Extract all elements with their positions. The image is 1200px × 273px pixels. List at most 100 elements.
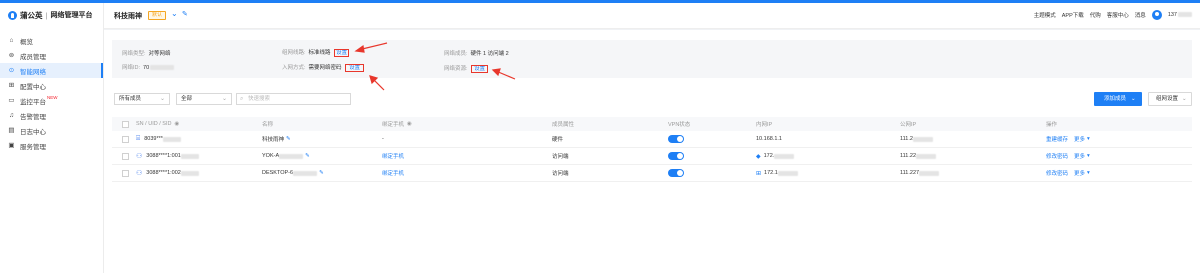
chevron-down-icon[interactable]: ▾ xyxy=(1087,153,1090,159)
col-phone-label: 绑定手机 xyxy=(382,122,405,128)
annotation-arrows xyxy=(354,42,516,91)
bind-phone-link[interactable]: 绑定手机 xyxy=(382,169,404,177)
sidebar-item-1[interactable]: ⊚ 成员管理 xyxy=(0,48,103,63)
chevron-down-icon[interactable]: ▾ xyxy=(1087,170,1090,176)
member-filter-select[interactable]: 所有成员 ⌄ xyxy=(114,93,170,105)
network-settings-button[interactable]: 组网设置 ⌄ xyxy=(1148,92,1192,106)
avatar[interactable] xyxy=(1151,10,1162,20)
app-download-link[interactable]: APP下载 xyxy=(1062,11,1084,19)
vpn-toggle[interactable] xyxy=(668,169,684,177)
redacted-lan-ip xyxy=(774,153,795,159)
col-attr: 成员属性 xyxy=(552,122,575,128)
theme-mode-link[interactable]: 主题模式 xyxy=(1034,11,1056,19)
sidebar-item-4[interactable]: ▭ 监控平台 NEW xyxy=(0,93,103,108)
cell-wan-ip: 111.22 xyxy=(900,148,937,164)
bind-phone-link[interactable]: 绑定手机 xyxy=(382,152,404,160)
network-settings-label: 组网设置 xyxy=(1156,96,1179,102)
cell-name: YOK-A ✎ xyxy=(262,148,310,164)
chevron-down-icon: ⌄ xyxy=(159,96,165,102)
row-checkbox-cell xyxy=(122,165,129,181)
row-checkbox[interactable] xyxy=(122,135,129,143)
cell-wan-ip: 111.2 xyxy=(900,131,933,147)
more-link[interactable]: 更多 xyxy=(1074,169,1085,177)
sidebar-item-7[interactable]: ▣ 服务管理 xyxy=(0,138,103,153)
table-header: SN / UID / SID ◉ 名称 绑定手机 ◉ 成员属性 VPN状态 内网IP… xyxy=(112,117,1192,131)
col-name: 名称 xyxy=(262,122,274,128)
col-wan-ip: 公网IP xyxy=(900,122,917,128)
mac-device-icon: ⚇ xyxy=(136,153,143,160)
sidebar-item-2[interactable]: ⊙ 智能网络 xyxy=(0,63,103,78)
header-actions: 主题模式 APP下载 代购 客服中心 消息 137 xyxy=(1034,10,1192,20)
brand-logo[interactable]: 蒲公英 | 网络管理平台 xyxy=(0,3,103,27)
sidebar-item-6[interactable]: ▤ 日志中心 xyxy=(0,123,103,138)
mac-os-icon: ◆ xyxy=(756,153,761,160)
main-content: 网络类型: 对等网络 网络ID: 70 组网线路: 标准线路 设置 入网方式: 需要网络… xyxy=(104,30,1200,273)
eye-icon[interactable]: ◉ xyxy=(174,121,179,127)
table-row[interactable]: ⚇ 3088****1:001 YOK-A ✎ 绑定手机 访问端 ◆ 172. 111.22 修改… xyxy=(112,148,1192,165)
col-lan-ip: 内网IP xyxy=(756,122,773,128)
cell-vpn xyxy=(668,165,684,181)
default-tag: 默认 xyxy=(148,11,167,20)
row-checkbox-cell xyxy=(122,131,129,147)
user-account[interactable]: 137 xyxy=(1168,12,1192,18)
brand-subtitle: 网络管理平台 xyxy=(50,12,93,19)
vpn-toggle[interactable] xyxy=(668,135,684,143)
table-row[interactable]: ⚇ 3088****1:002 DESKTOP-6 ✎ 绑定手机 访问端 ⊞ 172.1 111… xyxy=(112,165,1192,182)
row-action-link[interactable]: 修改密码 xyxy=(1046,169,1068,177)
eye-icon[interactable]: ◉ xyxy=(407,121,412,127)
col-action: 操作 xyxy=(1046,122,1058,128)
edit-pencil-icon[interactable]: ✎ xyxy=(182,10,188,18)
bind-phone-link: - xyxy=(382,136,384,142)
redacted-id xyxy=(180,153,199,159)
windows-device-icon: ⚇ xyxy=(136,170,143,177)
more-link[interactable]: 更多 xyxy=(1074,135,1085,143)
service-icon: ▣ xyxy=(8,142,15,149)
row-checkbox[interactable] xyxy=(122,152,129,160)
cell-lan-ip: ◆ 172. xyxy=(756,148,795,164)
row-checkbox[interactable] xyxy=(122,169,129,177)
sidebar: 蒲公英 | 网络管理平台 ⌂ 概览 ⊚ 成员管理 ⊙ 智能网络 ⊞ 配置中心 ▭ 监控平台 NEW ♫… xyxy=(0,3,104,273)
row-action-link[interactable]: 重建缓存 xyxy=(1046,135,1068,143)
more-link[interactable]: 更多 xyxy=(1074,152,1085,160)
home-icon: ⌂ xyxy=(9,37,14,44)
table-row[interactable]: ⌸ 8039*** 科技雨神 ✎ - 硬件 10.168.1.1 111.2 重建缓存 更多 ▾ xyxy=(112,131,1192,148)
device-id: 3088****1:001 xyxy=(146,153,181,159)
scope-filter-select[interactable]: 全部 ⌄ xyxy=(176,93,232,105)
redacted-phone xyxy=(1178,12,1192,18)
cell-sn: ⚇ 3088****1:001 xyxy=(136,148,199,164)
member-filter-value: 所有成员 xyxy=(119,96,142,102)
row-action-link[interactable]: 修改密码 xyxy=(1046,152,1068,160)
edit-pencil-icon[interactable]: ✎ xyxy=(319,170,324,176)
edit-pencil-icon[interactable]: ✎ xyxy=(305,153,310,159)
device-name: DESKTOP-6 xyxy=(262,170,294,176)
add-member-button[interactable]: 添加成员 ⌄ xyxy=(1094,92,1142,106)
cell-phone: 绑定手机 xyxy=(382,165,404,181)
redacted-wan-ip xyxy=(912,136,933,142)
search-input[interactable]: ⌕ 快速搜索 xyxy=(236,93,351,105)
help-center-link[interactable]: 客服中心 xyxy=(1107,11,1129,19)
cell-sn: ⌸ 8039*** xyxy=(136,131,181,147)
log-icon: ▤ xyxy=(8,127,15,134)
cell-action: 修改密码 更多 ▾ xyxy=(1046,148,1090,164)
agent-link[interactable]: 代购 xyxy=(1090,11,1101,19)
wan-ip-value: 111.2 xyxy=(900,136,913,142)
chevron-down-icon[interactable]: ⌄ xyxy=(171,9,178,18)
lan-ip-value: 10.168.1.1 xyxy=(756,136,782,142)
chevron-down-icon[interactable]: ▾ xyxy=(1087,136,1090,142)
col-sn: SN / UID / SID ◉ xyxy=(136,117,179,131)
sidebar-item-label: 服务管理 xyxy=(20,143,46,151)
select-all-checkbox[interactable] xyxy=(122,120,129,128)
sidebar-item-3[interactable]: ⊞ 配置中心 xyxy=(0,78,103,93)
bell-icon: ♫ xyxy=(9,112,14,119)
cell-lan-ip: ⊞ 172.1 xyxy=(756,165,798,181)
edit-pencil-icon[interactable]: ✎ xyxy=(286,136,291,142)
new-badge: NEW xyxy=(47,95,58,100)
sidebar-item-0[interactable]: ⌂ 概览 xyxy=(0,33,103,48)
vpn-toggle[interactable] xyxy=(668,152,684,160)
cell-sn: ⚇ 3088****1:002 xyxy=(136,165,199,181)
network-title: 科技雨神 xyxy=(114,13,142,20)
cell-wan-ip: 111.227 xyxy=(900,165,940,181)
sidebar-item-5[interactable]: ♫ 告警管理 xyxy=(0,108,103,123)
sidebar-item-label: 日志中心 xyxy=(20,128,46,136)
messages-link[interactable]: 消息 xyxy=(1135,11,1146,19)
